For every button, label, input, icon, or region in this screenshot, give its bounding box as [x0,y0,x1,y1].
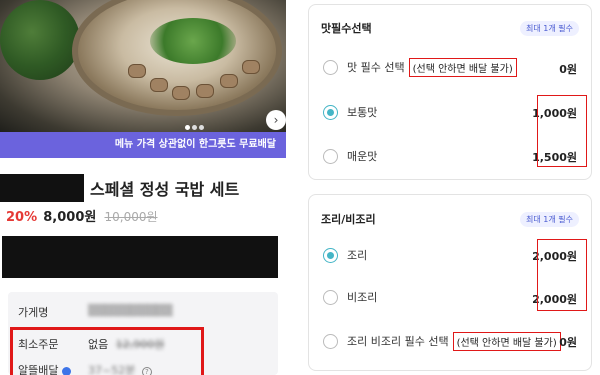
store-name-label: 가게명 [18,306,49,319]
price-highlight-frame [537,239,587,311]
store-name-value: ▒▒▒▒▒▒▒▒▒▒ [88,304,173,317]
option-label: 조리 [347,249,368,262]
carousel-dot[interactable] [185,125,190,130]
radio-button-selected[interactable] [323,247,338,263]
option-price: 0원 [559,63,577,76]
price-highlight-frame [537,95,587,167]
highlight-frame [10,327,204,375]
sundae-piece [196,84,214,98]
cook-option-card: 조리/비조리 최대 1개 필수 조리 2,000원 비조리 2,000원 조리 … [308,194,592,371]
radio-button[interactable] [323,148,338,164]
required-badge: 최대 1개 필수 [520,21,579,36]
product-title: 스페셜 정성 국밥 세트 [90,180,240,199]
cook-option-uncooked[interactable]: 비조리 [323,286,377,308]
radio-button-selected[interactable] [323,104,338,120]
option-label: 보통맛 [347,106,378,119]
radio-button[interactable] [323,289,338,305]
taste-option-card: 맛필수선택 최대 1개 필수 맛 필수 선택 (선택 안하면 배달 불가) 0원… [308,4,592,180]
taste-option-normal[interactable]: 보통맛 [323,101,377,123]
free-delivery-banner[interactable]: 메뉴 가격 상관없이 한그릇도 무료배달 [0,132,286,158]
chive-garnish [150,18,236,64]
taste-option-required[interactable]: 맛 필수 선택 (선택 안하면 배달 불가) [323,56,517,78]
discount-rate: 20% [6,210,38,225]
herb-garnish [0,0,80,80]
required-badge: 최대 1개 필수 [520,212,579,227]
product-screen: › 메뉴 가격 상관없이 한그릇도 무료배달 스페셜 정성 국밥 세트 20% … [0,0,286,375]
product-title-row: 스페셜 정성 국밥 세트 [0,172,239,204]
cook-option-required[interactable]: 조리 비조리 필수 선택 (선택 안하면 배달 불가) [323,330,561,352]
sale-price: 8,000원 [43,210,97,225]
option-label: 비조리 [347,291,378,304]
sundae-piece [220,74,238,88]
sundae-piece [128,64,146,78]
radio-button[interactable] [323,333,338,349]
taste-option-spicy[interactable]: 매운맛 [323,145,377,167]
taste-option-panel: 맛필수선택 최대 1개 필수 맛 필수 선택 (선택 안하면 배달 불가) 0원… [300,0,600,188]
chevron-right-icon: › [273,113,279,127]
option-warning-note: (선택 안하면 배달 불가) [452,331,561,351]
redacted-store-name [0,174,84,202]
cook-option-panel: 조리/비조리 최대 1개 필수 조리 2,000원 비조리 2,000원 조리 … [300,190,600,375]
radio-button[interactable] [323,59,338,75]
next-image-button[interactable]: › [266,110,286,130]
redacted-description [2,236,278,278]
sundae-piece [172,86,190,100]
option-label: 조리 비조리 필수 선택 [347,335,449,348]
option-price: 0원 [559,336,577,349]
original-price: 10,000원 [104,210,158,224]
carousel-indicator[interactable] [184,115,214,130]
sundae-piece [150,78,168,92]
price-row: 20% 8,000원 10,000원 [6,206,158,225]
carousel-dot[interactable] [199,125,204,130]
sundae-piece [242,60,260,74]
cook-option-cooked[interactable]: 조리 [323,244,367,266]
option-label: 매운맛 [347,150,378,163]
cook-section-title: 조리/비조리 [321,213,376,226]
option-label: 맛 필수 선택 [347,61,405,74]
carousel-dot[interactable] [192,125,197,130]
option-warning-note: (선택 안하면 배달 불가) [408,57,517,77]
food-photo: › [0,0,286,132]
taste-section-title: 맛필수선택 [321,22,372,35]
